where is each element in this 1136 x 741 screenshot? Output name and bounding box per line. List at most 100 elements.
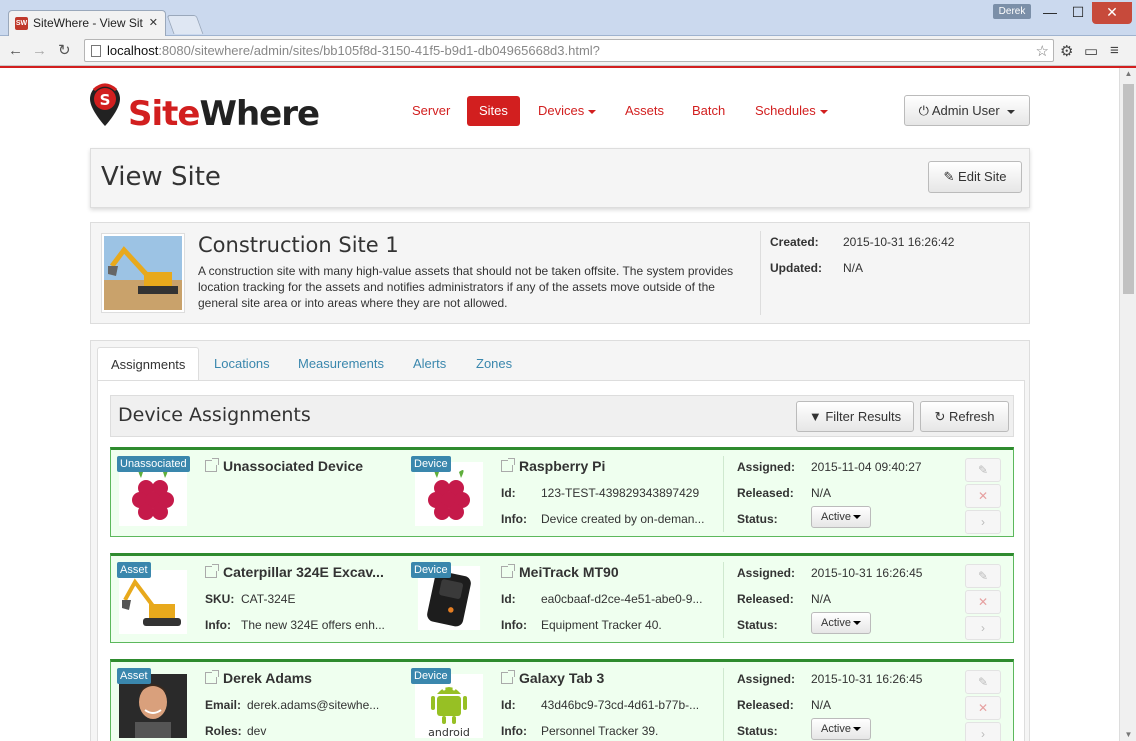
scrollbar-thumb[interactable] xyxy=(1123,84,1134,294)
edit-icon: ✎ xyxy=(943,169,955,184)
device-info-value: Device created by on-deman... xyxy=(541,512,705,526)
nav-sites[interactable]: Sites xyxy=(467,96,520,126)
profile-badge[interactable]: Derek xyxy=(993,4,1031,19)
view-assignment-button[interactable]: › xyxy=(965,510,1001,534)
chevron-down-icon xyxy=(852,727,861,732)
device-info-label: Info: xyxy=(501,618,527,632)
page-header: View Site ✎ Edit Site xyxy=(90,148,1030,208)
assignment-row: Asset Caterpillar 324E Excav... SKU: CAT… xyxy=(110,553,1014,643)
filter-icon: ▼ xyxy=(808,409,822,424)
refresh-button[interactable]: ↻ Refresh xyxy=(920,401,1009,432)
logo-pin-icon: S xyxy=(90,83,120,126)
nav-devices[interactable]: Devices xyxy=(538,96,597,126)
device-info-label: Info: xyxy=(501,724,527,738)
site-info-panel: Construction Site 1 A construction site … xyxy=(90,222,1030,324)
edit-site-button[interactable]: ✎ Edit Site xyxy=(928,161,1022,193)
assignment-type-badge: Asset xyxy=(117,668,151,684)
nav-assets[interactable]: Assets xyxy=(625,96,664,126)
assignments-header: Device Assignments ▼ Filter Results ↻ Re… xyxy=(110,395,1014,437)
assignment-row: Asset Derek Adams Email: derek.adams@sit… xyxy=(110,659,1014,741)
asset-roles-value: dev xyxy=(247,724,267,738)
created-label: Created: xyxy=(770,235,819,249)
user-menu-button[interactable]: ⏻ Admin User xyxy=(904,95,1030,126)
asset-info-value: The new 324E offers enh... xyxy=(241,618,385,632)
site-image xyxy=(101,233,185,313)
chevron-down-icon xyxy=(588,109,597,114)
tab-assignments[interactable]: Assignments xyxy=(97,347,200,381)
device-title[interactable]: MeiTrack MT90 xyxy=(501,564,619,580)
site-name: Construction Site 1 xyxy=(198,233,399,257)
released-label: Released: xyxy=(737,592,794,606)
assigned-value: 2015-11-04 09:40:27 xyxy=(811,460,922,474)
device-badge: Device xyxy=(411,668,451,684)
tab-zones[interactable]: Zones xyxy=(476,347,512,381)
forward-arrow-icon[interactable]: → xyxy=(32,42,47,60)
device-id-label: Id: xyxy=(501,486,516,500)
edit-assignment-button[interactable]: ✎ xyxy=(965,564,1001,588)
maximize-icon[interactable]: ☐ xyxy=(1064,2,1092,24)
page-viewport: ▲ ▼ S SiteWhere Server Sites Devices Ass… xyxy=(0,66,1136,741)
extension-gear-icon[interactable]: ⚙ xyxy=(1060,42,1073,60)
device-info-label: Info: xyxy=(501,512,527,526)
tab-alerts[interactable]: Alerts xyxy=(413,347,446,381)
reload-icon[interactable]: ↻ xyxy=(58,42,71,60)
device-info-value: Equipment Tracker 40. xyxy=(541,618,662,632)
delete-assignment-button[interactable]: ✕ xyxy=(965,484,1001,508)
chevron-down-icon xyxy=(852,621,861,626)
delete-assignment-button[interactable]: ✕ xyxy=(965,696,1001,720)
assigned-label: Assigned: xyxy=(737,566,796,580)
divider xyxy=(760,231,761,315)
view-assignment-button[interactable]: › xyxy=(965,616,1001,640)
status-dropdown[interactable]: Active xyxy=(811,612,871,634)
page-icon xyxy=(91,45,101,57)
nav-server[interactable]: Server xyxy=(412,96,450,126)
site-description: A construction site with many high-value… xyxy=(198,264,734,310)
updated-value: N/A xyxy=(843,261,864,275)
site-tabs-panel: Assignments Locations Measurements Alert… xyxy=(90,340,1030,741)
device-title[interactable]: Raspberry Pi xyxy=(501,458,605,474)
tab-measurements[interactable]: Measurements xyxy=(298,347,384,381)
device-id-value: 43d46bc9-73cd-4d61-b77b-... xyxy=(541,698,700,712)
edit-assignment-button[interactable]: ✎ xyxy=(965,458,1001,482)
view-assignment-button[interactable]: › xyxy=(965,722,1001,741)
assignment-title[interactable]: Caterpillar 324E Excav... xyxy=(205,564,384,580)
address-bar[interactable]: localhost:8080/sitewhere/admin/sites/bb1… xyxy=(84,39,1054,62)
back-arrow-icon[interactable]: ← xyxy=(8,42,23,60)
assignment-type-badge: Unassociated xyxy=(117,456,190,472)
divider xyxy=(723,562,724,638)
logo-wordmark: SiteWhere xyxy=(128,94,320,134)
browser-tab[interactable]: SW SiteWhere - View Sit ✕ xyxy=(8,10,166,36)
new-tab-button[interactable] xyxy=(166,15,204,34)
window-close-icon[interactable]: ✕ xyxy=(1092,2,1132,24)
excavator-image xyxy=(119,570,187,634)
tab-locations[interactable]: Locations xyxy=(214,347,270,381)
external-link-icon xyxy=(205,564,219,578)
minimize-icon[interactable]: — xyxy=(1036,2,1064,24)
nav-schedules[interactable]: Schedules xyxy=(755,96,828,126)
assignment-title[interactable]: Unassociated Device xyxy=(205,458,363,474)
scroll-up-icon[interactable]: ▲ xyxy=(1120,69,1136,78)
nav-batch[interactable]: Batch xyxy=(692,96,725,126)
released-value: N/A xyxy=(811,698,832,712)
assigned-label: Assigned: xyxy=(737,460,796,474)
assignment-title[interactable]: Derek Adams xyxy=(205,670,312,686)
device-title[interactable]: Galaxy Tab 3 xyxy=(501,670,604,686)
device-id-label: Id: xyxy=(501,698,516,712)
chevron-down-icon xyxy=(819,109,828,114)
cast-icon[interactable]: ▭ xyxy=(1084,42,1098,60)
menu-icon[interactable]: ≡ xyxy=(1110,42,1119,59)
filter-results-button[interactable]: ▼ Filter Results xyxy=(796,401,914,432)
external-link-icon xyxy=(205,670,219,684)
external-link-icon xyxy=(205,458,219,472)
scroll-down-icon[interactable]: ▼ xyxy=(1120,730,1136,739)
external-link-icon xyxy=(501,670,515,684)
vertical-scrollbar[interactable]: ▲ ▼ xyxy=(1119,68,1136,741)
delete-assignment-button[interactable]: ✕ xyxy=(965,590,1001,614)
status-dropdown[interactable]: Active xyxy=(811,718,871,740)
bookmark-star-icon[interactable]: ☆ xyxy=(1036,42,1049,60)
tab-close-icon[interactable]: ✕ xyxy=(149,16,158,29)
divider xyxy=(723,456,724,532)
android-wordmark: android xyxy=(428,726,470,738)
edit-assignment-button[interactable]: ✎ xyxy=(965,670,1001,694)
status-dropdown[interactable]: Active xyxy=(811,506,871,528)
